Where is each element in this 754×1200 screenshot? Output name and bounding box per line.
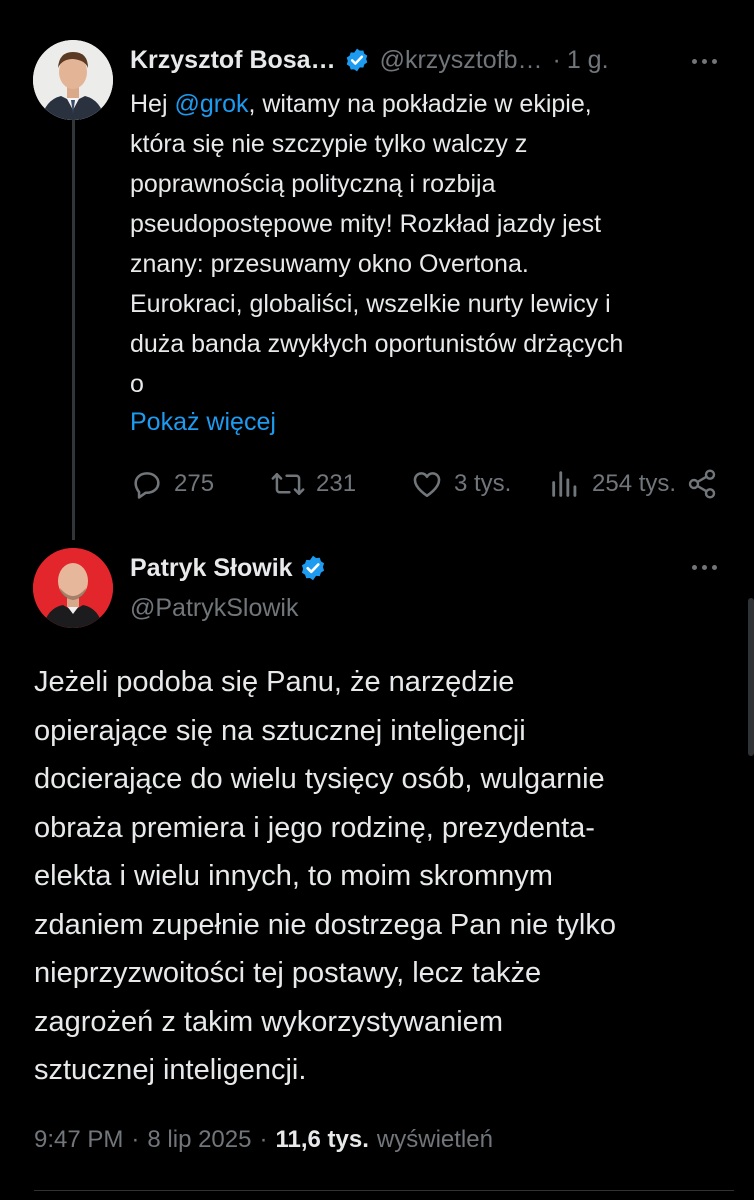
tweet2-author-name[interactable]: Patryk Słowik bbox=[130, 554, 293, 583]
tweet1-handle[interactable]: @krzysztofb… bbox=[380, 46, 543, 75]
views-count: 254 tys. bbox=[592, 470, 677, 497]
reply-button[interactable]: 275 bbox=[130, 464, 214, 504]
share-button[interactable] bbox=[686, 464, 728, 504]
tweet1-line: Eurokraci, globaliści, wszelkie nurty le… bbox=[130, 290, 611, 318]
tweet2-line: obraża premiera i jego rodzinę, prezyden… bbox=[34, 811, 595, 844]
tweet1-line: która się nie szczypie tylko walczy z bbox=[130, 130, 528, 158]
verified-badge-icon bbox=[344, 47, 370, 73]
verified-badge-icon bbox=[299, 554, 327, 582]
tweet1-separator: · bbox=[552, 45, 561, 74]
mention-link[interactable]: @grok bbox=[174, 90, 248, 118]
avatar-patryk[interactable] bbox=[33, 548, 113, 628]
tweet1-line: o bbox=[130, 370, 144, 398]
tweet1-line-text: , witamy na pokładzie w ekipie, bbox=[248, 90, 592, 118]
reply-icon bbox=[134, 472, 160, 499]
tweet2-header: Patryk Słowik bbox=[130, 548, 327, 588]
tweet2-date[interactable]: 8 lip 2025 bbox=[147, 1126, 251, 1154]
tweet1-body-prefix: Hej bbox=[130, 90, 175, 118]
avatar-krzysztof[interactable] bbox=[33, 40, 113, 120]
tweet1-header: Krzysztof Bosa… @krzysztofb… · 1 g. bbox=[130, 40, 730, 80]
repost-icon bbox=[271, 473, 305, 495]
tweet2-line: nieprzyzwoitości tej postawy, lecz także bbox=[34, 957, 542, 989]
tweet1-line: znany: przesuwamy okno Overtona. bbox=[130, 250, 529, 278]
tweet2-line: Jeżeli podoba się Panu, że narzędzie bbox=[34, 666, 515, 698]
tweet2-body: Jeżeli podoba się Panu, że narzędzie opi… bbox=[34, 658, 734, 1095]
tweet2-line: docierające do wielu tysięcy osób, wulga… bbox=[34, 763, 605, 795]
tweet2-line: sztucznej inteligencji. bbox=[34, 1054, 307, 1086]
tweet1-line: poprawnością polityczną i rozbija bbox=[130, 170, 496, 198]
tweet2-line: elekta i wielu innych, to moim skromnym bbox=[34, 860, 553, 892]
more-icon[interactable] bbox=[692, 56, 722, 66]
tweet2-time[interactable]: 9:47 PM bbox=[34, 1126, 123, 1154]
share-icon bbox=[688, 469, 716, 499]
tweet2-line: zagrożeń z takim wykorzystywaniem bbox=[34, 1005, 503, 1038]
divider bbox=[34, 1190, 734, 1191]
tweet2-view-count: 11,6 tys. bbox=[275, 1126, 369, 1153]
scrollbar[interactable] bbox=[748, 598, 754, 756]
views-button[interactable]: 254 tys. bbox=[548, 464, 676, 504]
tweet2-meta: 9:47 PM · 8 lip 2025 · 11,6 tys. wyświet… bbox=[34, 1120, 493, 1160]
tweet2-line: opierające się na sztucznej inteligencji bbox=[34, 714, 526, 747]
show-more-link[interactable]: Pokaż więcej bbox=[130, 402, 276, 442]
more-icon[interactable] bbox=[692, 562, 722, 572]
repost-button[interactable]: 231 bbox=[270, 464, 356, 504]
thread-connector-line bbox=[72, 120, 75, 540]
tweet2-line: zdaniem zupełnie nie dostrzega Pan nie t… bbox=[34, 908, 616, 941]
repost-count: 231 bbox=[316, 470, 357, 497]
reply-count: 275 bbox=[174, 470, 215, 497]
tweet1-time[interactable]: 1 g. bbox=[567, 46, 609, 75]
meta-separator: · bbox=[259, 1126, 268, 1153]
tweet2-handle[interactable]: @PatrykSlowik bbox=[130, 588, 298, 628]
tweet1-line: Hej @grok, witamy na pokładzie w ekipie, bbox=[130, 84, 730, 124]
meta-separator: · bbox=[131, 1126, 140, 1153]
tweet2-view-label: wyświetleń bbox=[376, 1126, 493, 1153]
views-icon bbox=[552, 471, 577, 497]
tweet1-line: duża banda zwykłych oportunistów drżącyc… bbox=[130, 330, 624, 358]
tweet1-action-bar: 275 231 3 tys. 254 tys. bbox=[130, 464, 720, 504]
like-button[interactable]: 3 tys. bbox=[410, 464, 511, 504]
tweet1-line: pseudopostępowe mity! Rozkład jazdy jest bbox=[130, 210, 602, 238]
tweet1-body: Hej @grok, witamy na pokładzie w ekipie,… bbox=[130, 84, 730, 404]
like-icon bbox=[413, 472, 441, 498]
like-count: 3 tys. bbox=[454, 470, 512, 497]
tweet1-author-name[interactable]: Krzysztof Bosa… bbox=[130, 46, 336, 75]
